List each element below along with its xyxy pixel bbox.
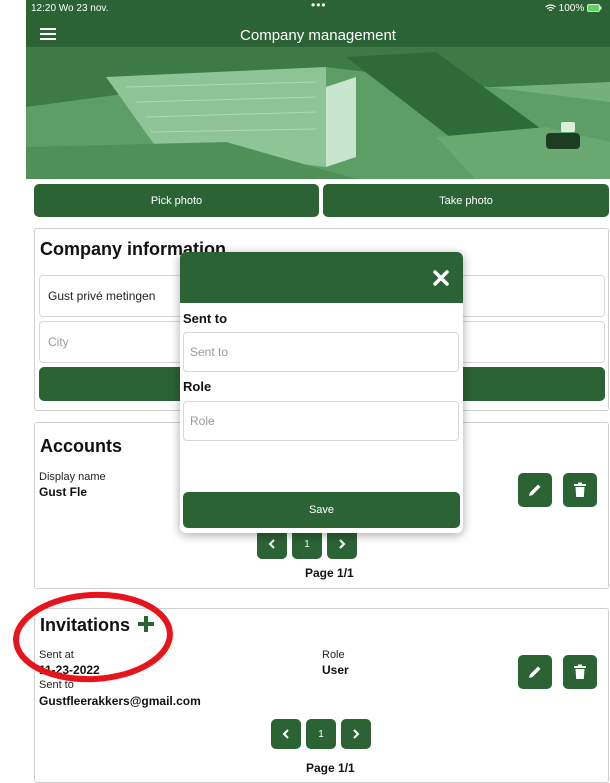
wifi-icon [545,4,556,12]
role-field-label: Role [183,379,212,394]
battery-percent: 100% [558,3,585,14]
sent-at-value: 11-23-2022 [39,663,100,677]
trash-icon [574,664,586,679]
edit-account-button[interactable] [518,473,552,507]
company-name-value: Gust privé metingen [48,289,156,303]
display-name-label: Display name [39,471,106,483]
chevron-left-icon [282,729,289,739]
trash-icon [574,482,586,497]
sent-at-label: Sent at [39,649,74,661]
accounts-page-number-button[interactable]: 1 [292,529,322,559]
modal-save-button[interactable]: Save [183,492,460,528]
accounts-page-label: Page 1/1 [305,566,354,580]
modal-header [180,252,463,303]
accounts-prev-page-button[interactable] [257,529,287,559]
role-input[interactable]: Role [183,401,459,441]
invite-modal: Sent to Sent to Role Role Save [180,252,463,533]
city-placeholder: City [48,335,69,349]
delete-account-button[interactable] [563,473,597,507]
plus-icon[interactable] [137,615,155,633]
invitations-next-page-button[interactable] [341,719,371,749]
close-icon[interactable] [429,266,453,290]
invitations-card: Invitations Sent at 11-23-2022 Role User… [34,608,609,783]
pick-photo-button[interactable]: Pick photo [34,184,319,217]
status-bar: 12:20 Wo 23 nov. ••• 100% [26,0,610,16]
sent-to-field-label: Sent to [183,311,228,326]
pencil-icon [529,666,541,678]
sent-to-input[interactable]: Sent to [183,332,459,372]
edit-invitation-button[interactable] [518,655,552,689]
sent-to-label: Sent to [39,679,74,691]
multitask-dots[interactable]: ••• [311,0,327,12]
role-value: User [322,663,349,677]
sent-to-value: Gustfleerakkers@gmail.com [39,694,201,708]
invitations-page-label: Page 1/1 [306,761,355,775]
page-title: Company management [240,27,396,44]
battery-status: 100% [545,3,602,14]
display-name-value: Gust Fle [39,485,88,499]
chevron-right-icon [353,729,360,739]
role-label: Role [322,649,345,661]
chevron-right-icon [339,539,346,549]
take-photo-button[interactable]: Take photo [323,184,609,217]
chevron-left-icon [268,539,275,549]
invitations-prev-page-button[interactable] [271,719,301,749]
invitations-page-number-button[interactable]: 1 [306,719,336,749]
invitations-title-text: Invitations [40,615,131,635]
accounts-title: Accounts [40,436,123,456]
pencil-icon [529,484,541,496]
accounts-next-page-button[interactable] [327,529,357,559]
battery-icon [587,4,602,13]
invitations-title: Invitations [40,615,155,636]
company-photo [26,47,610,179]
status-time: 12:20 Wo 23 nov. [31,3,109,14]
delete-invitation-button[interactable] [563,655,597,689]
